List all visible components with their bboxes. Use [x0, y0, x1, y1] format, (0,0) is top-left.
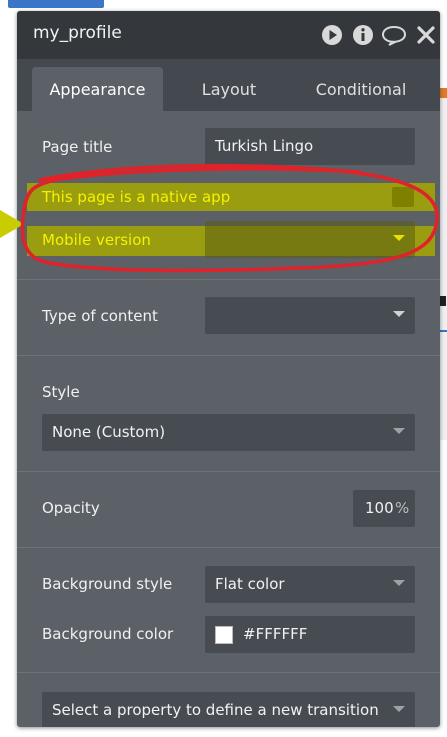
panel-title: my_profile: [33, 23, 122, 43]
type-of-content-label: Type of content: [42, 307, 158, 325]
opacity-label: Opacity: [42, 499, 100, 517]
divider: [17, 279, 440, 280]
style-dropdown[interactable]: None (Custom): [42, 414, 415, 451]
editor-background-strip: [8, 0, 104, 8]
panel-titlebar: my_profile: [17, 11, 440, 59]
property-editor-panel: my_profile Appearance Layout Conditional…: [17, 11, 440, 727]
tab-conditional[interactable]: Conditional: [301, 67, 421, 111]
mobile-version-label: Mobile version: [42, 231, 151, 249]
style-value: None (Custom): [52, 423, 166, 441]
tab-bar: Appearance Layout Conditional: [17, 59, 440, 111]
style-label: Style: [42, 383, 80, 401]
tab-layout[interactable]: Layout: [177, 67, 281, 111]
native-app-checkbox[interactable]: [392, 187, 414, 207]
transition-dropdown[interactable]: Select a property to define a new transi…: [42, 692, 415, 727]
opacity-input[interactable]: 100 %: [353, 490, 415, 527]
editor-background-marker: [440, 296, 446, 306]
background-style-dropdown[interactable]: Flat color: [205, 566, 415, 603]
play-icon[interactable]: [320, 23, 344, 47]
yellow-arrow-annotation: [0, 210, 24, 238]
native-app-label: This page is a native app: [42, 188, 231, 206]
divider: [17, 672, 440, 673]
divider: [17, 355, 440, 356]
page-title-input[interactable]: Turkish Lingo: [205, 128, 415, 165]
background-color-label: Background color: [42, 625, 174, 643]
page-title-label: Page title: [42, 138, 113, 156]
chevron-down-icon: [393, 311, 405, 317]
info-icon[interactable]: [351, 23, 375, 47]
chevron-down-icon: [393, 428, 405, 434]
background-style-label: Background style: [42, 575, 173, 593]
editor-background-line: [440, 330, 447, 332]
divider: [17, 471, 440, 472]
chevron-down-icon: [393, 235, 405, 241]
chevron-down-icon: [393, 580, 405, 586]
background-color-value: #FFFFFF: [243, 625, 308, 643]
transition-placeholder: Select a property to define a new transi…: [52, 701, 379, 719]
chevron-down-icon: [393, 706, 405, 712]
background-color-picker[interactable]: #FFFFFF: [205, 616, 415, 653]
tab-appearance[interactable]: Appearance: [32, 67, 163, 111]
comment-icon[interactable]: [381, 23, 407, 47]
type-of-content-dropdown[interactable]: [205, 297, 415, 334]
editor-background-marker: [440, 88, 447, 98]
opacity-unit: %: [395, 499, 410, 517]
background-style-value: Flat color: [215, 575, 285, 593]
close-icon[interactable]: [414, 23, 438, 47]
opacity-value: 100: [365, 499, 394, 517]
mobile-version-dropdown[interactable]: [205, 221, 415, 258]
divider: [17, 547, 440, 548]
page-title-value: Turkish Lingo: [215, 137, 314, 155]
color-swatch[interactable]: [215, 626, 233, 644]
